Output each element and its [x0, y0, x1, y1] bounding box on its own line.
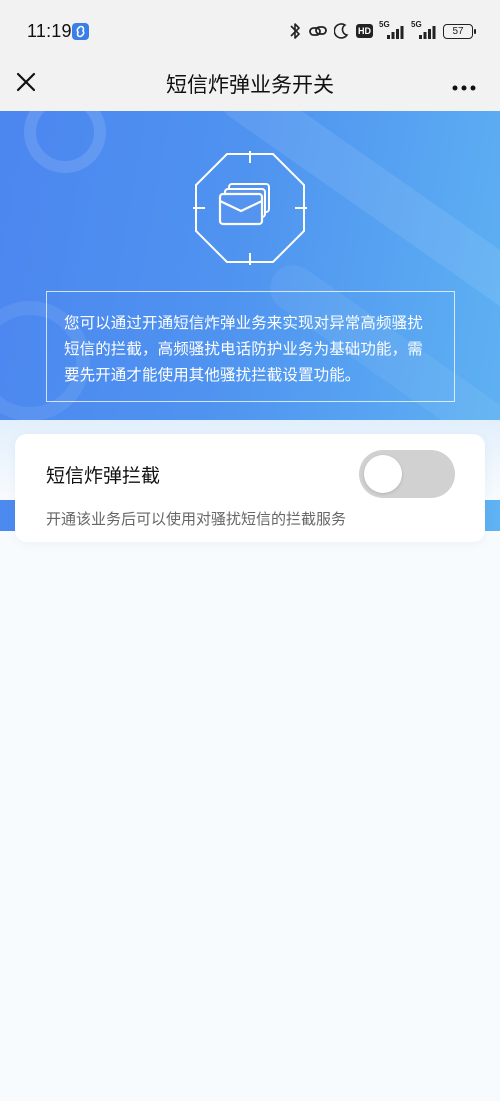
link-icon	[309, 26, 327, 36]
status-time: 11:19	[27, 21, 72, 41]
signal-icon-2: 5G	[411, 20, 437, 41]
decorative-ring	[24, 111, 106, 173]
setting-title: 短信炸弹拦截	[46, 465, 161, 487]
moon-icon	[334, 23, 349, 39]
bluetooth-icon	[290, 23, 300, 39]
status-bar: 11:19 HD 5G 5G 57	[0, 0, 500, 58]
signal-icon: 5G	[379, 20, 405, 41]
toggle-knob	[364, 455, 402, 493]
battery-icon: 57	[443, 23, 476, 39]
setting-subtitle: 开通该业务后可以使用对骚扰短信的拦截服务	[46, 510, 347, 528]
app-link-icon	[72, 23, 89, 40]
setting-card: 短信炸弹拦截 开通该业务后可以使用对骚扰短信的拦截服务	[15, 434, 485, 542]
hd-badge: HD	[356, 24, 373, 38]
status-indicators: HD 5G 5G 57	[288, 20, 476, 42]
more-icon[interactable]	[452, 78, 476, 91]
envelope-stack-icon	[193, 151, 307, 265]
feature-description: 您可以通过开通短信炸弹业务来实现对异常高频骚扰短信的拦截，高频骚扰电话防护业务为…	[46, 291, 455, 402]
nav-bar: 短信炸弹业务开关	[0, 58, 500, 111]
page-title: 短信炸弹业务开关	[166, 73, 334, 97]
sms-bomb-toggle[interactable]	[359, 450, 455, 498]
